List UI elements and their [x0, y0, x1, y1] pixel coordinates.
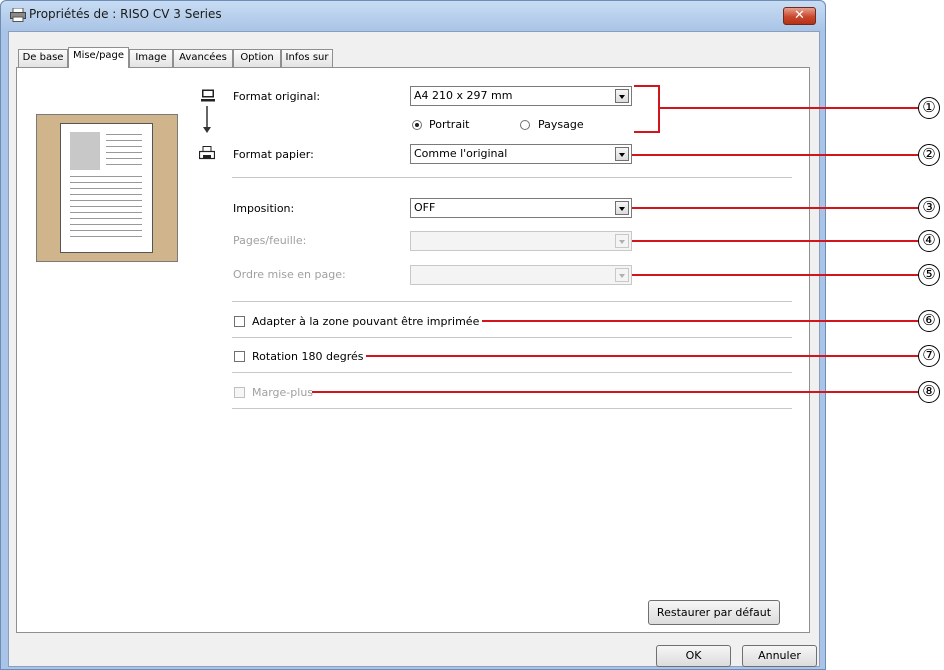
preview-text-line — [70, 200, 142, 201]
paysage-radio[interactable] — [520, 120, 530, 130]
imposition-value: OFF — [414, 201, 436, 214]
chevron-down-icon[interactable] — [615, 147, 629, 161]
adapter-zone-checkbox[interactable] — [234, 316, 245, 327]
preview-text-line — [70, 230, 142, 231]
callout-7: ⑦ — [918, 345, 940, 367]
callout-line — [632, 274, 918, 276]
window-title: Propriétés de : RISO CV 3 Series — [29, 7, 222, 21]
tab-avancees[interactable]: Avancées — [173, 49, 233, 67]
callout-line — [632, 240, 918, 242]
preview-text-line — [70, 176, 142, 177]
separator — [232, 408, 792, 409]
tab-mise-page[interactable]: Mise/page — [68, 47, 129, 68]
restore-defaults-button[interactable]: Restaurer par défaut — [648, 600, 780, 625]
preview-text-line — [70, 212, 142, 213]
format-original-label: Format original: — [233, 90, 321, 103]
callout-2: ② — [918, 144, 940, 166]
format-papier-value: Comme l'original — [414, 147, 508, 160]
preview-text-line — [70, 218, 142, 219]
format-original-select[interactable]: A4 210 x 297 mm — [410, 86, 632, 106]
separator — [232, 177, 792, 178]
callout-1: ① — [918, 97, 940, 119]
title-bar[interactable]: Propriétés de : RISO CV 3 Series ✕ — [1, 1, 825, 31]
callout-line — [312, 391, 918, 393]
preview-text-line — [106, 158, 142, 159]
chevron-down-icon[interactable] — [615, 268, 629, 282]
callout-line — [366, 355, 918, 357]
close-button[interactable]: ✕ — [783, 7, 816, 25]
separator — [232, 337, 792, 338]
format-original-value: A4 210 x 297 mm — [414, 89, 513, 102]
callout-line — [632, 207, 918, 209]
pages-feuille-select[interactable] — [410, 231, 632, 251]
preview-text-line — [70, 206, 142, 207]
marge-plus-checkbox[interactable] — [234, 387, 245, 398]
ok-button[interactable]: OK — [656, 645, 731, 667]
tab-image[interactable]: Image — [129, 49, 173, 67]
preview-text-line — [106, 134, 142, 135]
rotation-180-label: Rotation 180 degrés — [252, 350, 364, 363]
tab-de-base[interactable]: De base — [18, 49, 68, 67]
callout-line — [482, 320, 918, 322]
preview-text-line — [70, 224, 142, 225]
ordre-mise-en-page-label: Ordre mise en page: — [233, 268, 346, 281]
printer-icon — [10, 8, 26, 22]
chevron-down-icon[interactable] — [615, 234, 629, 248]
paysage-label: Paysage — [538, 118, 584, 131]
preview-image-block — [70, 132, 100, 170]
ordre-mise-en-page-select[interactable] — [410, 265, 632, 285]
callout-8: ⑧ — [918, 381, 940, 403]
chevron-down-icon[interactable] — [615, 89, 629, 103]
callout-4: ④ — [918, 230, 940, 252]
portrait-radio[interactable] — [412, 120, 422, 130]
portrait-label: Portrait — [429, 118, 470, 131]
separator — [232, 372, 792, 373]
preview-text-line — [106, 152, 142, 153]
tab-infos-sur[interactable]: Infos sur — [281, 49, 333, 67]
imposition-select[interactable]: OFF — [410, 198, 632, 218]
adapter-zone-label: Adapter à la zone pouvant être imprimée — [252, 315, 480, 328]
callout-line — [632, 154, 918, 156]
callout-bracket — [634, 85, 660, 133]
cancel-button[interactable]: Annuler — [742, 645, 817, 667]
close-icon: ✕ — [794, 8, 805, 23]
printer-icon — [199, 146, 215, 160]
pages-feuille-label: Pages/feuille: — [233, 234, 307, 247]
preview-text-line — [70, 188, 142, 189]
preview-text-line — [70, 182, 142, 183]
imposition-label: Imposition: — [233, 202, 295, 215]
format-papier-label: Format papier: — [233, 148, 314, 161]
callout-line — [660, 107, 918, 109]
preview-text-line — [70, 194, 142, 195]
preview-text-line — [70, 236, 142, 237]
callout-3: ③ — [918, 197, 940, 219]
preview-text-line — [106, 164, 142, 165]
chevron-down-icon[interactable] — [615, 201, 629, 215]
callout-5: ⑤ — [918, 264, 940, 286]
marge-plus-label: Marge-plus — [252, 386, 314, 399]
callout-6: ⑥ — [918, 310, 940, 332]
arrow-down-icon — [203, 106, 211, 133]
tab-option[interactable]: Option — [233, 49, 281, 67]
preview-text-line — [106, 140, 142, 141]
preview-text-line — [106, 146, 142, 147]
rotation-180-checkbox[interactable] — [234, 351, 245, 362]
separator — [232, 301, 792, 302]
format-papier-select[interactable]: Comme l'original — [410, 144, 632, 164]
monitor-icon — [201, 89, 215, 102]
